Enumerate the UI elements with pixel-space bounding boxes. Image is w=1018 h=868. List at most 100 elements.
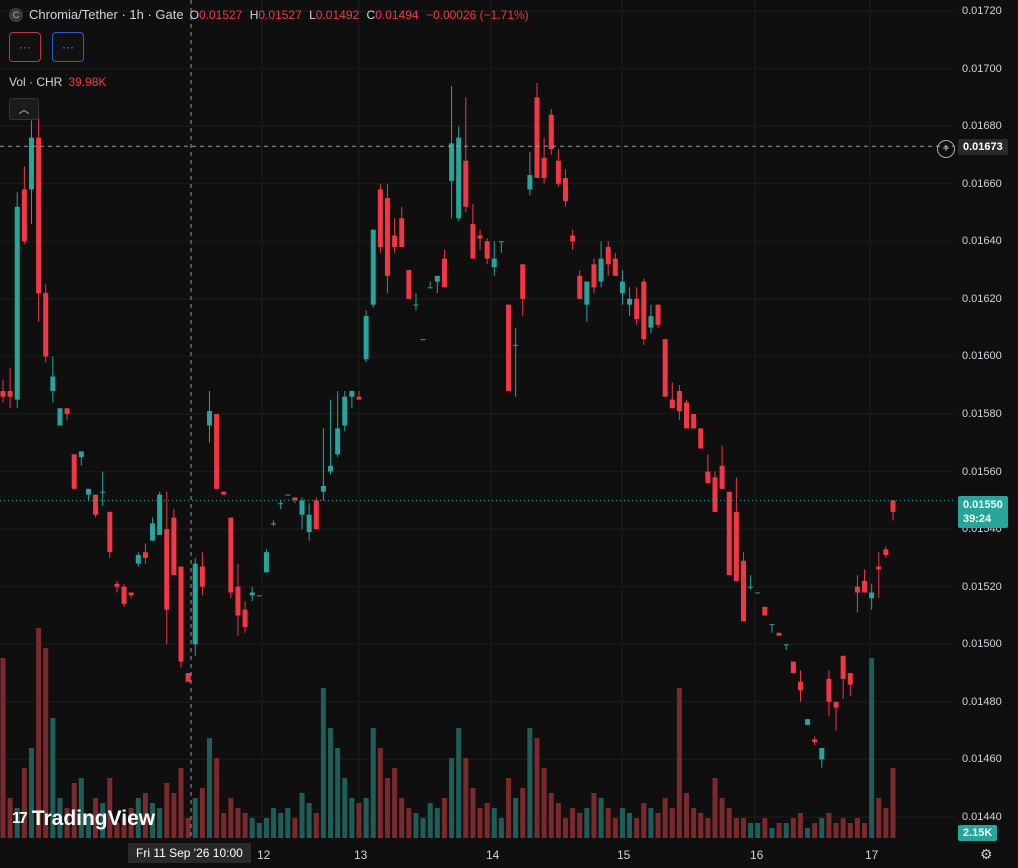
price-axis-tick-label: 0.01620 [962, 292, 1002, 305]
time-axis-tick-label: 16 [750, 848, 764, 862]
candle-body [178, 566, 184, 662]
volume-bar [570, 808, 576, 838]
candle-body [399, 218, 405, 248]
candle-body [619, 281, 625, 294]
candle-body [513, 344, 519, 346]
candle-body [242, 609, 248, 628]
volume-bar [605, 808, 611, 838]
add-alert-plus-icon[interactable]: + [937, 140, 955, 158]
volume-bar [698, 813, 704, 838]
crosshair-price-badge: 0.01673 [958, 139, 1008, 155]
candle-body [456, 137, 462, 219]
indicator-button-2[interactable]: ··· [52, 32, 84, 62]
volume-bar [662, 798, 668, 838]
candle-body [491, 258, 497, 268]
candle-body [93, 494, 99, 515]
candle-body [562, 177, 568, 201]
volume-bar [171, 793, 177, 838]
price-axis-tick-label: 0.01580 [962, 408, 1002, 420]
volume-bar [805, 828, 811, 838]
volume-bar [733, 818, 739, 838]
candle-body [64, 408, 70, 414]
candle-body [676, 390, 682, 412]
candle-body [441, 258, 447, 288]
volume-bar [427, 803, 433, 838]
candle-body [463, 160, 469, 207]
candle-body [306, 514, 312, 533]
candle-body [320, 485, 326, 492]
volume-bar [356, 803, 362, 838]
price-axis-tick-label: 0.01440 [962, 811, 1002, 823]
volume-bar [577, 813, 583, 838]
candle-body [263, 552, 269, 573]
candle-body [862, 580, 868, 593]
price-axis-tick-label: 0.01680 [962, 120, 1002, 133]
volume-bar [228, 798, 234, 838]
collapse-legend-button[interactable]: ︿ [9, 98, 39, 120]
volume-bar [384, 778, 390, 838]
candle-body [498, 241, 504, 243]
candle-body [484, 241, 490, 259]
candle-body [812, 739, 818, 743]
volume-bar [598, 798, 604, 838]
candle-body [406, 270, 412, 299]
candle-body [235, 586, 241, 616]
candle-body [420, 339, 426, 341]
candle-body [370, 229, 376, 305]
candle-body [719, 465, 725, 489]
volume-bar [328, 728, 334, 838]
settings-gear-icon[interactable]: ⚙ [980, 846, 993, 863]
volume-bar [712, 778, 718, 838]
volume-bar [199, 788, 205, 838]
candle-body [712, 477, 718, 512]
volume-bar [562, 818, 568, 838]
volume-bar [684, 793, 690, 838]
volume-bar [876, 798, 882, 838]
candle-body [548, 114, 554, 150]
price-axis-tick-label: 0.01640 [962, 235, 1002, 248]
price-chart[interactable] [0, 0, 1018, 868]
volume-bar [235, 808, 241, 838]
volume-bar [719, 798, 725, 838]
volume-bar [306, 803, 312, 838]
candle-body [427, 287, 433, 289]
candle-body [655, 304, 661, 325]
candle-body [192, 563, 198, 645]
price-axis-tick-label: 0.01460 [962, 753, 1002, 766]
ohlc-change-value: −0.00026 (−1.71%) [425, 7, 529, 22]
volume-bar [869, 658, 875, 838]
symbol-title[interactable]: Chromia/Tether · 1h · Gate [29, 7, 184, 22]
volume-bar [434, 808, 440, 838]
volume-bar [420, 818, 426, 838]
candle-body [256, 595, 262, 597]
volume-bar [648, 808, 654, 838]
indicator-button-1[interactable]: ··· [9, 32, 41, 62]
candle-body [698, 428, 704, 449]
volume-bar [854, 818, 860, 838]
volume-label: Vol · CHR [9, 75, 63, 89]
candle-body [28, 137, 34, 190]
candle-body [434, 275, 440, 282]
candle-body [392, 235, 398, 248]
candle-body [271, 523, 277, 525]
tradingview-logo[interactable]: 17 TradingView [12, 807, 155, 831]
candle-body [890, 500, 896, 512]
candle-body [285, 494, 291, 496]
volume-bar [249, 818, 255, 838]
candle-body [206, 411, 212, 426]
candle-body [413, 304, 419, 306]
candle-body [0, 390, 6, 397]
volume-bar [192, 798, 198, 838]
candle-body [363, 316, 369, 360]
candle-body [819, 747, 825, 760]
ohlc-open-key: O [189, 7, 199, 22]
price-axis-tick-label: 0.01520 [962, 580, 1002, 593]
volume-bar [748, 823, 754, 838]
volume-bar [399, 798, 405, 838]
candle-body [790, 661, 796, 674]
candle-body [762, 606, 768, 616]
candle-body [57, 408, 63, 426]
volume-bar [641, 803, 647, 838]
candle-body [157, 494, 163, 535]
candle-body [684, 402, 690, 429]
